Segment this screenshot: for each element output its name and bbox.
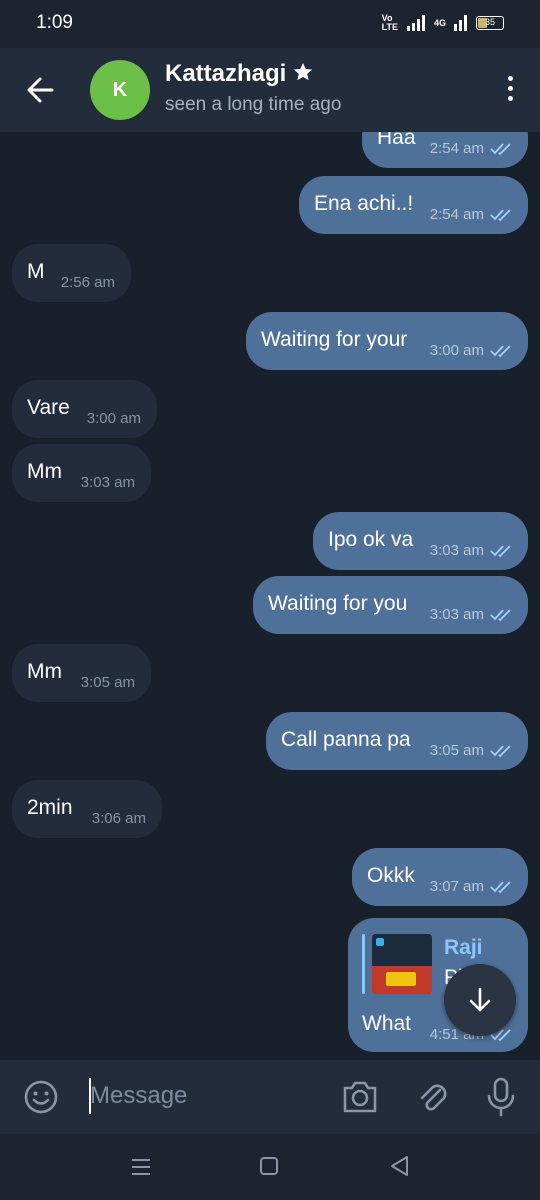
double-check-icon [490,745,511,758]
message-outgoing[interactable]: Ena achi..! 2:54 am [299,176,528,234]
paperclip-icon [420,1084,447,1111]
message-time: 3:03 am [429,542,484,559]
back-button[interactable] [22,70,62,110]
menu-icon [132,1159,150,1175]
status-icons: Vo LTE 4G 35 [382,14,504,32]
message-incoming[interactable]: Vare 3:00 am [12,380,157,438]
double-check-icon [490,609,511,622]
message-incoming[interactable]: Mm 3:05 am [12,644,151,702]
more-menu-button[interactable] [504,76,516,104]
reply-quote-bar [362,934,365,994]
arrow-down-icon [469,987,491,1012]
double-check-icon [490,345,511,358]
square-icon [260,1157,278,1175]
camera-icon [343,1081,377,1113]
double-check-icon [490,143,511,156]
message-time: 2:54 am [429,140,484,157]
nav-home-button[interactable] [259,1156,279,1176]
message-text: Haa [377,132,416,149]
message-text: 2min [27,796,73,819]
message-time: 2:56 am [60,274,115,291]
contact-name-row[interactable]: Kattazhagi [165,60,314,88]
message-time: 3:05 am [80,674,135,691]
message-input[interactable] [90,1076,320,1116]
network-type: 4G [433,18,446,28]
double-check-icon [490,881,511,894]
signal-icon [406,15,425,31]
message-time: 2:54 am [429,206,484,223]
message-outgoing[interactable]: Waiting for you 3:03 am [253,576,528,634]
contact-status: seen a long time ago [165,94,342,115]
nav-back-button[interactable] [388,1154,410,1178]
message-time: 3:06 am [91,810,146,827]
message-text: Waiting for you [268,592,408,615]
message-outgoing[interactable]: Haa 2:54 am [362,132,528,168]
emoji-button[interactable] [22,1078,60,1116]
scroll-to-bottom-button[interactable] [444,964,516,1036]
double-check-icon [490,545,511,558]
message-time: 3:00 am [429,342,484,359]
message-time: 3:07 am [429,878,484,895]
reply-thumbnail[interactable] [372,934,432,994]
message-outgoing[interactable]: Waiting for your 3:00 am [246,312,528,370]
message-outgoing[interactable]: Okkk 3:07 am [352,848,528,906]
message-incoming[interactable]: M 2:56 am [12,244,131,302]
star-icon [294,62,313,81]
camera-button[interactable] [340,1078,380,1116]
message-outgoing[interactable]: Call panna pa 3:05 am [266,712,528,770]
message-text: Call panna pa [281,728,411,751]
message-text: Ipo ok va [328,528,414,551]
chat-area[interactable]: Haa 2:54 am Ena achi..! 2:54 am M 2:56 a… [0,132,540,1060]
message-text: Mm [27,660,62,683]
attach-button[interactable] [412,1076,452,1116]
message-incoming[interactable]: 2min 3:06 am [12,780,162,838]
chat-header: K Kattazhagi seen a long time ago [0,48,540,132]
message-time: 3:03 am [429,606,484,623]
dot-icon [507,86,513,91]
message-text: Ena achi..! [314,192,414,215]
battery-level: 35 [484,17,495,27]
reply-sender: Raji [444,936,483,959]
status-time: 1:09 [36,12,73,33]
message-text: Vare [27,396,70,419]
dot-icon [507,96,513,101]
microphone-icon [487,1077,515,1117]
status-bar: 1:09 Vo LTE 4G 35 [0,0,540,48]
message-text: Mm [27,460,62,483]
message-text: Okkk [367,864,415,887]
message-time: 3:03 am [80,474,135,491]
nav-recents-button[interactable] [130,1156,152,1178]
double-check-icon [490,209,511,222]
avatar[interactable]: K [90,60,150,120]
battery-icon: 35 [476,16,504,30]
signal-icon-2 [454,15,467,31]
volte-icon: Vo LTE [381,13,398,32]
triangle-back-icon [391,1156,408,1176]
voice-record-button[interactable] [484,1076,518,1118]
message-incoming[interactable]: Mm 3:03 am [12,444,151,502]
message-text: What [362,1012,412,1035]
dot-icon [507,76,513,81]
message-time: 3:05 am [429,742,484,759]
emoji-icon [24,1080,58,1114]
system-nav-bar [0,1134,540,1200]
message-outgoing[interactable]: Ipo ok va 3:03 am [313,512,528,570]
contact-name: Kattazhagi [165,60,287,87]
message-text: M [27,260,45,283]
message-text: Waiting for your [261,328,408,351]
message-composer [0,1060,540,1134]
message-time: 3:00 am [86,410,141,427]
arrow-left-icon [27,77,54,103]
